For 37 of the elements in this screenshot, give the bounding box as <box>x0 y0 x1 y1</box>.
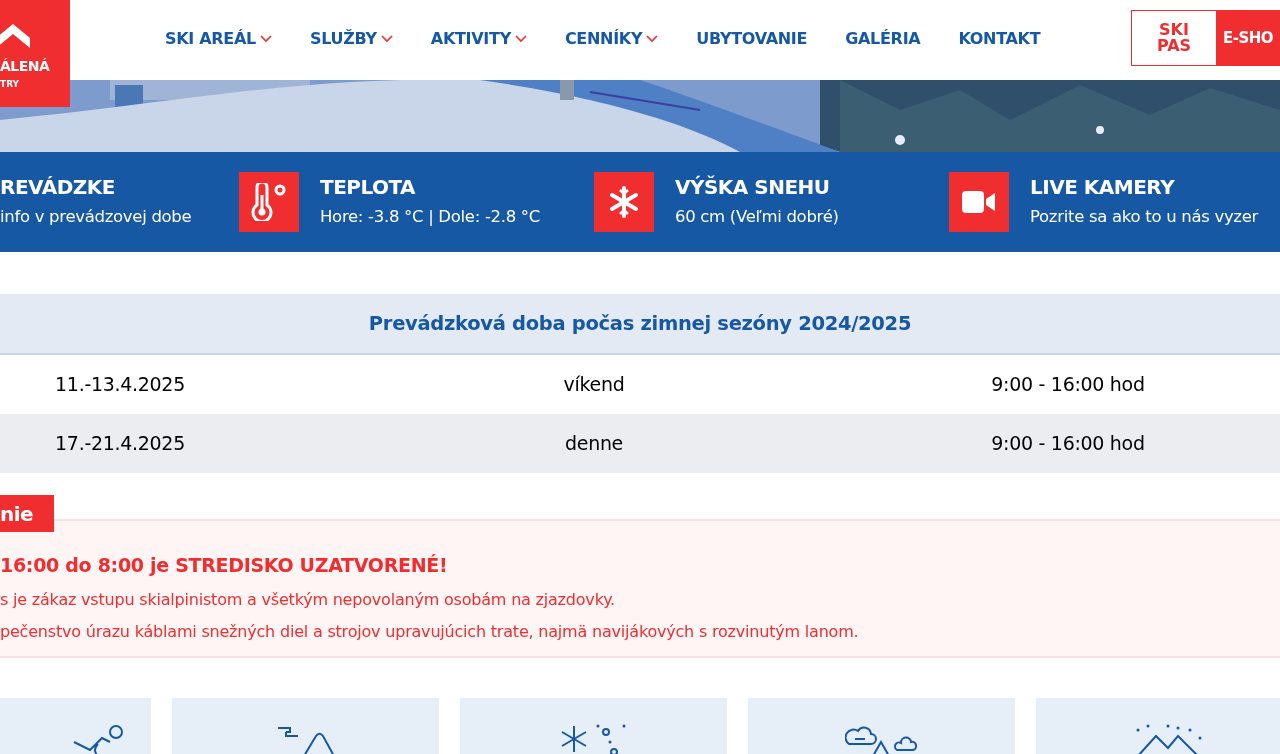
nav-link[interactable]: KONTAKT <box>958 27 1041 51</box>
eshop-button[interactable]: E-SHO <box>1217 10 1280 66</box>
nav-link[interactable]: SLUŽBY <box>309 27 393 51</box>
clouds-mountain-icon <box>844 724 919 754</box>
info-text: Hore: -3.8 °C | Dole: -2.8 °C <box>320 205 540 228</box>
nav-link[interactable]: CENNÍKY <box>564 27 659 51</box>
feature-card[interactable] <box>748 698 1015 754</box>
table-cell-text: denne <box>565 431 623 457</box>
table-cell-text: 11.-13.4.2025 <box>55 372 185 398</box>
info-text: 60 cm (Veľmi dobré) <box>675 205 839 228</box>
snowflake-icon <box>608 185 640 219</box>
notice-headline: 16:00 do 8:00 je STREDISKO UZATVORENÉ! <box>0 553 449 578</box>
nav-link[interactable]: SKI AREÁL <box>165 27 272 51</box>
nav-link[interactable]: GALÉRIA <box>845 27 921 51</box>
table-cell-text: 9:00 - 16:00 hod <box>991 431 1145 457</box>
video-camera-icon <box>962 190 996 214</box>
table-cell-text: 9:00 - 16:00 hod <box>991 372 1145 398</box>
info-title: TEPLOTA <box>320 174 417 199</box>
table-cell-text: víkend <box>563 372 625 398</box>
table-heading: Prevádzková doba počas zimnej sezóny 2024/2025 <box>368 310 912 337</box>
nav-link[interactable]: AKTIVITY <box>430 27 527 51</box>
notice-text: s je zákaz vstupu skialpinistom a všetkým nepovolaným osobám na zjazdovky. <box>0 588 616 611</box>
info-title: LIVE KAMERY <box>1030 174 1176 199</box>
thermometer-icon <box>251 183 287 221</box>
info-text: Pozrite sa ako to u nás vyzer <box>1030 205 1259 228</box>
logo-tagline: TRY <box>0 78 20 91</box>
info-text: info v prevádzovej dobe <box>0 205 192 228</box>
logo[interactable]: ÁLENÁ TRY <box>0 0 70 107</box>
table-cell-text: 17.-21.4.2025 <box>55 431 185 457</box>
nav-link[interactable]: UBYTOVANIE <box>696 27 808 51</box>
info-title: VÝŠKA SNEHU <box>675 174 831 199</box>
roof-icon <box>0 22 30 50</box>
notice-text: pečenstvo úrazu káblami snežných diel a strojov upravujúcich trate, najmä navijákových s rozvinutým lanom. <box>0 620 860 643</box>
info-title: REVÁDZKE <box>0 174 116 199</box>
mountain-icon <box>275 724 336 754</box>
ski-pass-button[interactable]: SKI PAS <box>1131 10 1217 66</box>
logo-text: ÁLENÁ <box>0 57 50 76</box>
